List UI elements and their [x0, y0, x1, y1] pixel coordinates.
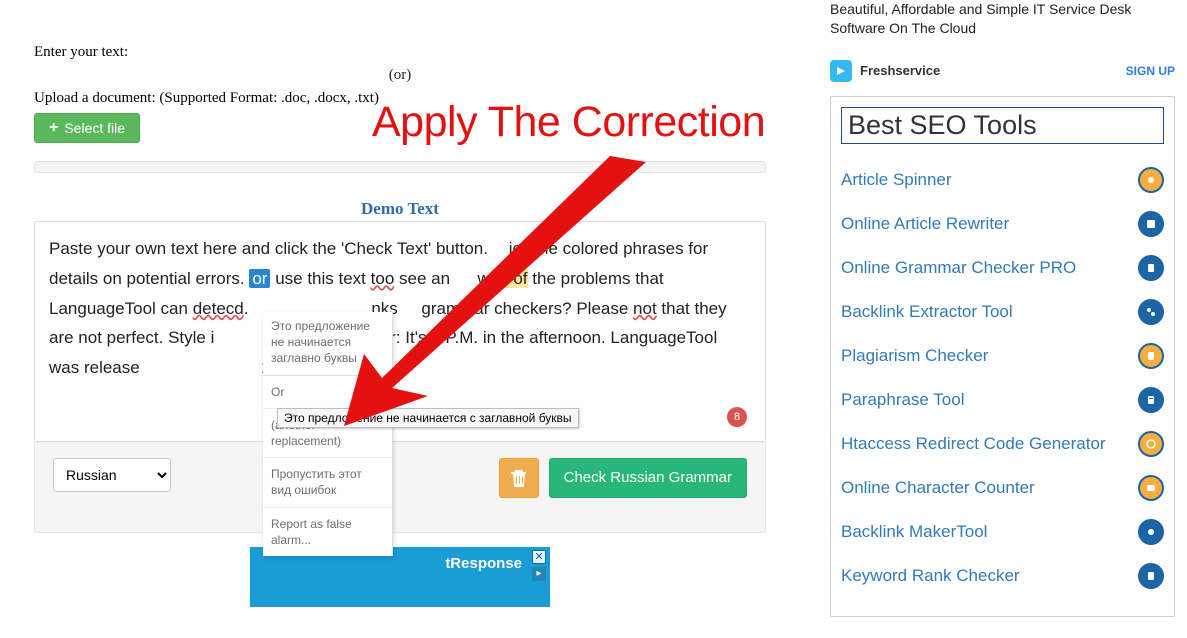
error-count-badge[interactable]: 8	[727, 407, 747, 427]
close-icon[interactable]: ✕	[532, 550, 546, 564]
plagiarism-icon	[1138, 343, 1164, 369]
enter-text-label: Enter your text:	[34, 44, 766, 61]
tool-row[interactable]: Htaccess Redirect Code Generator	[841, 422, 1164, 466]
seo-tools-title: Best SEO Tools	[848, 110, 1037, 140]
htaccess-icon	[1138, 431, 1164, 457]
ad-brand-row: Freshservice SIGN UP	[830, 52, 1175, 96]
counter-icon	[1138, 475, 1164, 501]
ad-brand-name: Freshservice	[860, 63, 940, 78]
seo-tools-box: Best SEO Tools Article Spinner Online Ar…	[830, 96, 1175, 617]
text-seg: .	[244, 299, 253, 318]
tool-row[interactable]: Plagiarism Checker	[841, 334, 1164, 378]
select-file-button[interactable]: + Select file	[34, 113, 140, 143]
error-detecd[interactable]: detecd	[193, 299, 244, 318]
tool-row[interactable]: Paraphrase Tool	[841, 378, 1164, 422]
freshservice-icon	[830, 60, 852, 82]
ad-description: Beautiful, Affordable and Simple IT Serv…	[830, 0, 1175, 38]
tool-link[interactable]: Keyword Rank Checker	[841, 565, 1130, 586]
tool-link[interactable]: Online Character Counter	[841, 477, 1130, 498]
editor-footer: Russian Check Russian Grammar	[34, 442, 766, 533]
tool-link[interactable]: Backlink MakerTool	[841, 521, 1130, 542]
tool-link[interactable]: Article Spinner	[841, 169, 1130, 190]
tool-row[interactable]: Online Article Rewriter	[841, 202, 1164, 246]
tool-row[interactable]: Article Spinner	[841, 158, 1164, 202]
tool-link[interactable]: Online Grammar Checker PRO	[841, 257, 1130, 278]
tool-row[interactable]: Online Character Counter	[841, 466, 1164, 510]
signup-link[interactable]: SIGN UP	[1126, 64, 1175, 78]
tool-link[interactable]: Online Article Rewriter	[841, 213, 1130, 234]
error-or[interactable]: or	[249, 269, 270, 288]
tool-link[interactable]: Backlink Extractor Tool	[841, 301, 1130, 322]
annotation-label: Apply The Correction	[372, 98, 765, 147]
annotation-arrow-icon	[320, 148, 660, 428]
tool-row[interactable]: Keyword Rank Checker	[841, 554, 1164, 598]
paraphrase-icon	[1138, 387, 1164, 413]
tool-link[interactable]: Htaccess Redirect Code Generator	[841, 433, 1130, 454]
backlink-maker-icon	[1138, 519, 1164, 545]
spinner-icon	[1138, 167, 1164, 193]
tool-link[interactable]: Plagiarism Checker	[841, 345, 1130, 366]
popup-item[interactable]: Report as false alarm...	[263, 508, 392, 556]
language-select[interactable]: Russian	[53, 458, 171, 492]
popup-item[interactable]: Пропустить этот вид ошибок	[263, 458, 392, 507]
delete-button[interactable]	[499, 458, 539, 498]
grammar-icon	[1138, 255, 1164, 281]
rank-checker-icon	[1138, 563, 1164, 589]
trash-icon	[511, 469, 527, 487]
check-grammar-button[interactable]: Check Russian Grammar	[549, 458, 747, 498]
main-column: Enter your text: (or) Upload a document:…	[0, 0, 800, 638]
side-column: Beautiful, Affordable and Simple IT Serv…	[800, 0, 1187, 638]
info-icon[interactable]: ▸	[532, 567, 546, 581]
plus-icon: +	[49, 120, 58, 136]
tool-row[interactable]: Online Grammar Checker PRO	[841, 246, 1164, 290]
tool-link[interactable]: Paraphrase Tool	[841, 389, 1130, 410]
or-label: (or)	[34, 67, 766, 84]
rewriter-icon	[1138, 211, 1164, 237]
seo-tools-title-box: Best SEO Tools	[841, 107, 1164, 144]
select-file-label: Select file	[64, 120, 125, 136]
backlink-extractor-icon	[1138, 299, 1164, 325]
tool-row[interactable]: Backlink Extractor Tool	[841, 290, 1164, 334]
tool-row[interactable]: Backlink MakerTool	[841, 510, 1164, 554]
ad-label: tResponse	[445, 555, 522, 572]
